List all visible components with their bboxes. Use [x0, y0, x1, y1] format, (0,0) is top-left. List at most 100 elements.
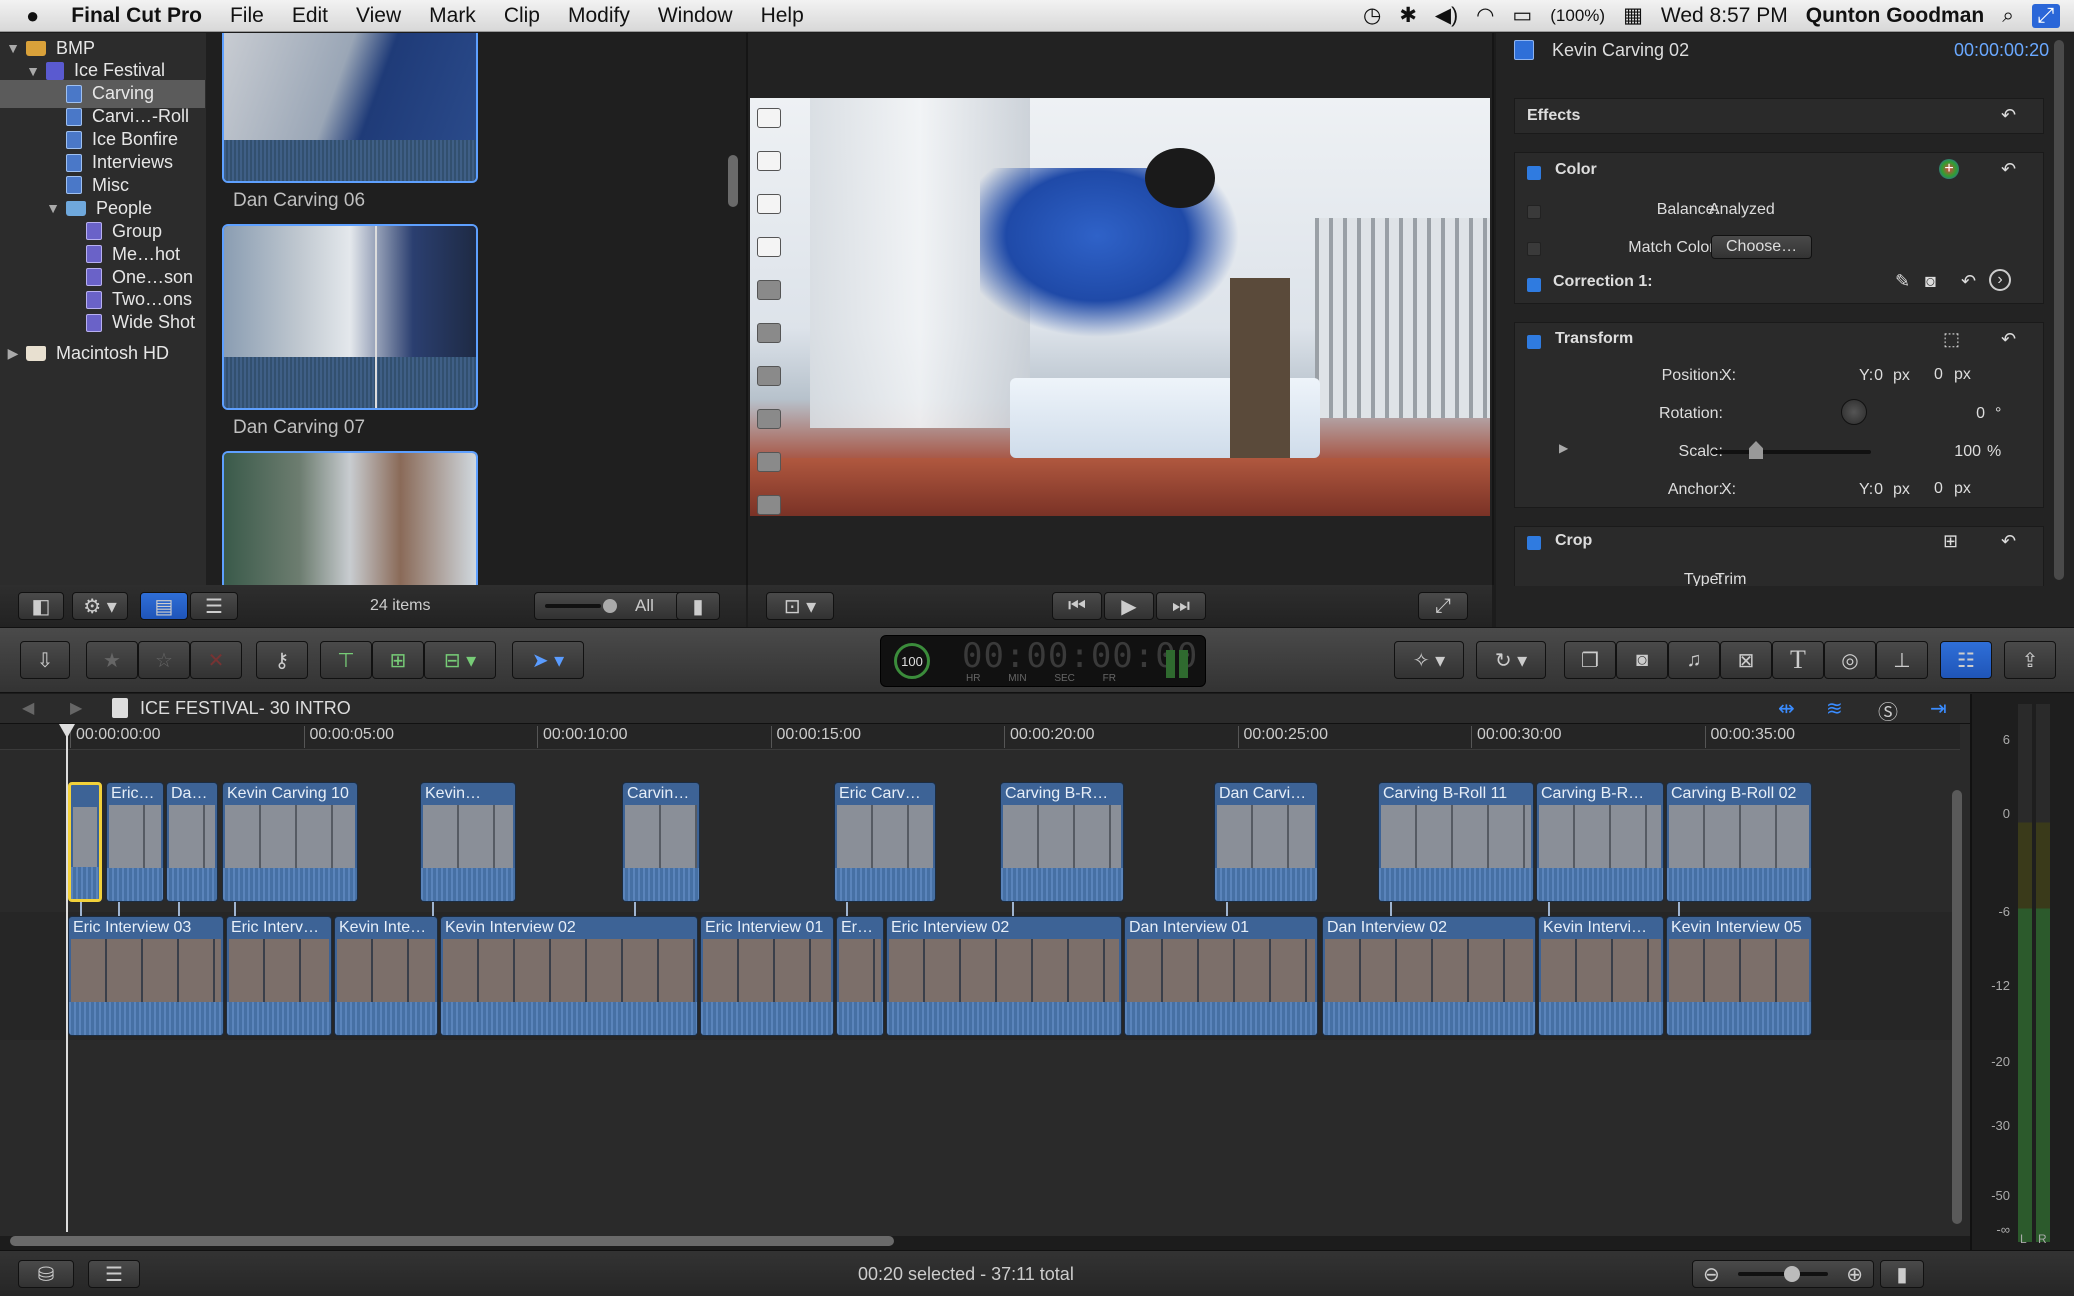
connected-clip[interactable]: Kevin Carving 10 — [222, 782, 358, 902]
time-machine-icon[interactable]: ◷ — [1363, 3, 1381, 28]
timeline-ruler[interactable] — [0, 724, 1960, 750]
play-button[interactable]: ▶ — [1104, 592, 1154, 620]
menu-mark[interactable]: Mark — [415, 4, 490, 28]
clip-appearance-icon[interactable]: ⇹ — [1778, 696, 1795, 721]
photos-browser-button[interactable]: ◙ — [1616, 641, 1668, 679]
transitions-browser-button[interactable]: ⊠ — [1720, 641, 1772, 679]
transform-onscreen-icon[interactable]: ⬚ — [1943, 329, 1960, 350]
primary-clip[interactable]: Kevin Intervi… — [1538, 916, 1664, 1036]
reset-icon[interactable]: ↶ — [2001, 159, 2016, 180]
enhancements-button[interactable]: ✧ ▾ — [1394, 641, 1464, 679]
calendar-icon[interactable]: ▦ — [1623, 3, 1643, 28]
disclosure-triangle-icon[interactable]: ▶ — [6, 345, 20, 362]
retime-button[interactable]: ↻ ▾ — [1476, 641, 1546, 679]
insert-clip-button[interactable]: ⊞ — [372, 641, 424, 679]
primary-clip[interactable]: Eric Interv… — [226, 916, 332, 1036]
clip-height-button[interactable]: ▮ — [1880, 1260, 1924, 1288]
reset-icon[interactable]: ↶ — [2001, 105, 2016, 126]
zoom-slider[interactable]: ⊖ ⊕ — [1692, 1260, 1874, 1288]
user-name[interactable]: Qunton Goodman — [1806, 4, 1984, 28]
menu-view[interactable]: View — [342, 4, 415, 28]
music-browser-button[interactable]: ♫ — [1668, 641, 1720, 679]
next-edit-button[interactable]: ⏭ — [1156, 592, 1206, 620]
unrate-button[interactable]: ☆ — [138, 641, 190, 679]
favorite-button[interactable]: ★ — [86, 641, 138, 679]
timeline-vertical-scrollbar[interactable] — [1952, 790, 1962, 1224]
timeline-list-button[interactable]: ☰ — [88, 1260, 140, 1288]
connected-clip[interactable]: Dan Carvi… — [1214, 782, 1318, 902]
anchor-x-value[interactable]: 0 — [1874, 481, 1883, 499]
scale-slider-thumb[interactable] — [1749, 441, 1763, 459]
menu-clip[interactable]: Clip — [490, 4, 554, 28]
primary-clip[interactable]: Kevin Interview 05 — [1666, 916, 1812, 1036]
connected-clip[interactable]: Carving B-Roll 11 — [1378, 782, 1534, 902]
action-menu-button[interactable]: ⚙ ▾ — [72, 592, 128, 620]
primary-clip[interactable]: Er… — [836, 916, 884, 1036]
clip-thumbnail[interactable] — [222, 451, 478, 585]
position-y-value[interactable]: 0 — [1934, 366, 1943, 384]
balance-checkbox[interactable] — [1527, 205, 1541, 219]
connect-clip-button[interactable]: ⊤ — [320, 641, 372, 679]
menu-modify[interactable]: Modify — [554, 4, 644, 28]
connected-clip[interactable]: Carvin… — [622, 782, 700, 902]
menu-edit[interactable]: Edit — [278, 4, 342, 28]
forward-arrow-icon[interactable]: ▶ — [70, 698, 82, 718]
timeline-index-button[interactable]: ⛁ — [18, 1260, 74, 1288]
menu-help[interactable]: Help — [747, 4, 818, 28]
primary-clip[interactable]: Kevin Interview 02 — [440, 916, 698, 1036]
connected-clip[interactable]: Carving B-R… — [1000, 782, 1124, 902]
menu-window[interactable]: Window — [644, 4, 747, 28]
import-button[interactable]: ⇩ — [20, 641, 70, 679]
connected-clip[interactable]: Eric… — [106, 782, 164, 902]
fullscreen-button[interactable]: ⤢ — [1418, 592, 1468, 620]
go-to-color-board-icon[interactable]: › — [1989, 269, 2011, 291]
scale-disclosure-icon[interactable]: ▶ — [1559, 441, 1568, 455]
primary-clip[interactable]: Eric Interview 02 — [886, 916, 1122, 1036]
share-button[interactable]: ⇪ — [2004, 641, 2056, 679]
camera-icon[interactable]: ◙ — [1925, 271, 1936, 292]
primary-clip[interactable]: Eric Interview 03 — [68, 916, 224, 1036]
connected-clip[interactable]: Da… — [166, 782, 218, 902]
scale-value[interactable]: 100 — [1954, 443, 1981, 461]
zoom-in-icon[interactable]: ⊕ — [1846, 1262, 1863, 1287]
primary-clip[interactable]: Dan Interview 01 — [1124, 916, 1318, 1036]
primary-clip[interactable]: Kevin Inte… — [334, 916, 438, 1036]
reset-icon[interactable]: ↶ — [1961, 271, 1976, 292]
crop-onscreen-icon[interactable]: ⊞ — [1943, 531, 1958, 552]
titles-browser-button[interactable]: T — [1772, 641, 1824, 679]
primary-clip[interactable]: Dan Interview 02 — [1322, 916, 1536, 1036]
app-menu[interactable]: Final Cut Pro — [53, 4, 216, 28]
position-x-value[interactable]: 0 — [1874, 367, 1883, 385]
match-color-choose-button[interactable]: Choose… — [1711, 235, 1813, 259]
filter-all[interactable]: All — [635, 596, 654, 616]
effects-section[interactable]: Effects ↶ — [1514, 98, 2044, 134]
viewer-zoom-button[interactable]: ⊡ ▾ — [766, 592, 834, 620]
background-tasks-indicator[interactable]: 100 — [894, 643, 930, 679]
primary-clip[interactable]: Eric Interview 01 — [700, 916, 834, 1036]
scale-slider[interactable] — [1711, 450, 1871, 454]
library-item[interactable]: ▶ Macintosh HD — [0, 340, 205, 368]
select-tool-button[interactable]: ➤ ▾ — [512, 641, 584, 679]
notification-icon[interactable]: ⤢ — [2032, 3, 2060, 28]
reject-button[interactable]: ✕ — [190, 641, 242, 679]
crop-type-value[interactable]: Trim — [1715, 571, 1746, 586]
disclosure-triangle-icon[interactable]: ▼ — [46, 200, 60, 216]
connected-clip[interactable] — [68, 782, 102, 902]
disclosure-triangle-icon[interactable]: ▼ — [26, 63, 40, 79]
bluetooth-icon[interactable]: ✱ — [1399, 3, 1417, 28]
clip-appearance-button[interactable]: ▮ — [676, 592, 720, 620]
browser-scrollbar[interactable] — [728, 155, 738, 207]
reset-icon[interactable]: ↶ — [2001, 531, 2016, 552]
menu-file[interactable]: File — [216, 4, 278, 28]
keyword-editor-button[interactable]: ⚷ — [256, 641, 308, 679]
inspector-scrollbar[interactable] — [2054, 40, 2064, 580]
apple-menu-icon[interactable]: ● — [0, 3, 53, 29]
connected-clip[interactable]: Kevin… — [420, 782, 516, 902]
correction-enable-checkbox[interactable] — [1527, 278, 1541, 292]
spotlight-icon[interactable]: ⌕ — [2002, 4, 2014, 28]
inspector-button[interactable]: ☷ — [1940, 641, 1992, 679]
timeline-horizontal-scrollbar[interactable] — [10, 1236, 894, 1246]
solo-icon[interactable]: Ⓢ — [1878, 696, 1898, 725]
connected-clip[interactable]: Carving B-R… — [1536, 782, 1664, 902]
clock[interactable]: Wed 8:57 PM — [1661, 4, 1788, 28]
